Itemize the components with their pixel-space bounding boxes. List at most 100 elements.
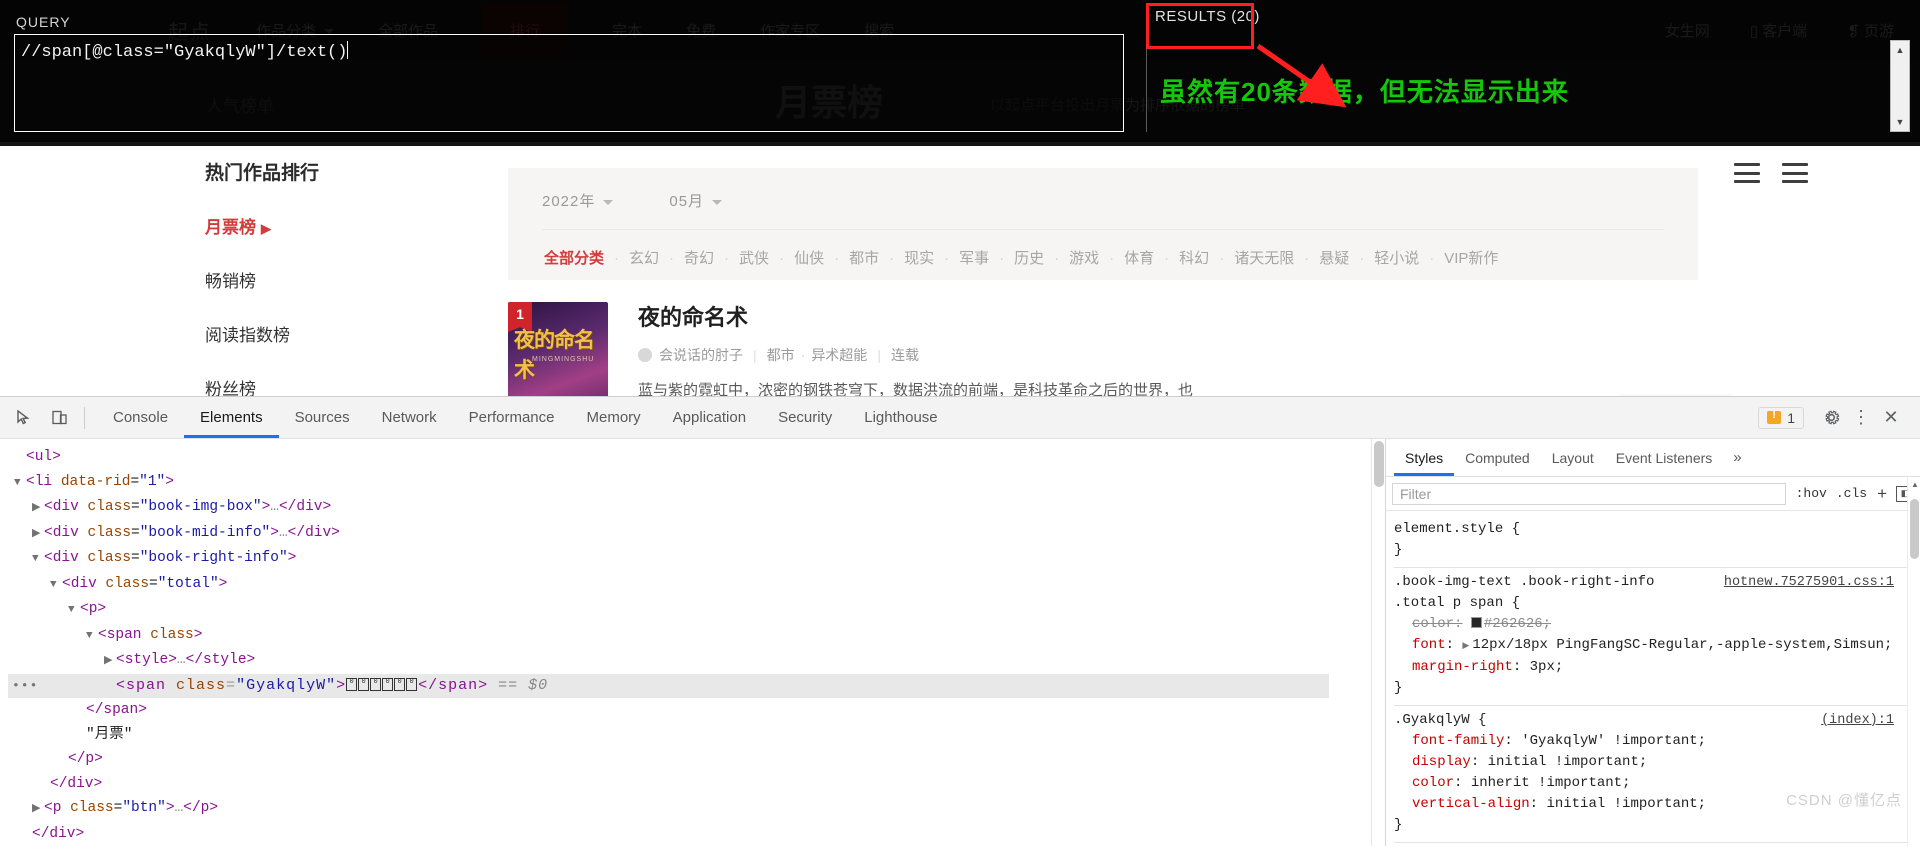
category-tiyu[interactable]: 体育 bbox=[1124, 250, 1154, 267]
rule-declaration[interactable]: display: initial !important; bbox=[1394, 752, 1920, 773]
rule-declaration[interactable]: font: ▶ 12px/18px PingFangSC-Regular,-app… bbox=[1394, 635, 1920, 657]
gear-icon[interactable] bbox=[1816, 403, 1846, 433]
color-swatch[interactable] bbox=[1470, 617, 1482, 628]
tab-network[interactable]: Network bbox=[366, 397, 453, 438]
book-cover[interactable]: 1 夜的命名术 MINGMINGSHU bbox=[508, 302, 608, 400]
cls-toggle[interactable]: .cls bbox=[1836, 486, 1867, 501]
tab-performance[interactable]: Performance bbox=[453, 397, 571, 438]
category-xuanhuan[interactable]: 玄幻 bbox=[629, 250, 659, 267]
tab-sources[interactable]: Sources bbox=[279, 397, 366, 438]
tab-event-listeners[interactable]: Event Listeners bbox=[1605, 439, 1724, 476]
dom-line[interactable]: ▼ <div class="total"> bbox=[8, 572, 1385, 598]
rule-declaration[interactable]: margin-right: 3px; bbox=[1394, 657, 1920, 678]
rule-declaration[interactable]: font-family: 'GyakqlyW' !important; bbox=[1394, 731, 1920, 752]
inspect-icon[interactable] bbox=[10, 405, 36, 431]
category-xianshi[interactable]: 现实 bbox=[904, 250, 934, 267]
chevron-down-icon bbox=[712, 199, 723, 205]
dom-line[interactable]: ▶ <div class="book-img-box">…</div> bbox=[8, 495, 1385, 521]
scrollbar-thumb[interactable] bbox=[1374, 441, 1384, 487]
tab-console[interactable]: Console bbox=[97, 397, 184, 438]
category-kehuan[interactable]: 科幻 bbox=[1179, 250, 1209, 267]
tab-application[interactable]: Application bbox=[657, 397, 762, 438]
tab-layout[interactable]: Layout bbox=[1541, 439, 1605, 476]
date-selector-row: 2022年 05月 bbox=[542, 182, 1664, 230]
dom-tree-pane[interactable]: <ul> ▼ <li data-rid="1"> ▶ <div class="boo… bbox=[0, 439, 1385, 846]
scroll-up-arrow[interactable]: ▲ bbox=[1891, 41, 1909, 59]
book-category[interactable]: 都市 bbox=[767, 345, 795, 365]
dom-line[interactable]: </p> bbox=[8, 747, 1385, 772]
dom-line-selected[interactable]: ••• <span class="GyakqlyW"> 0 0 0 0 0 0 </span> … bbox=[8, 673, 1329, 699]
scroll-up-arrow[interactable]: ▲ bbox=[1911, 480, 1919, 489]
tab-styles[interactable]: Styles bbox=[1394, 439, 1454, 476]
more-tabs-icon[interactable]: » bbox=[1723, 449, 1751, 466]
category-junshi[interactable]: 军事 bbox=[959, 250, 989, 267]
rule-close: } bbox=[1394, 817, 1403, 833]
category-qihuan[interactable]: 奇幻 bbox=[684, 250, 714, 267]
sidebar-item-bestseller[interactable]: 畅销榜 bbox=[205, 267, 395, 292]
category-dushi[interactable]: 都市 bbox=[849, 250, 879, 267]
dom-line[interactable]: ▶ <div class="book-mid-info">…</div> bbox=[8, 521, 1385, 547]
dom-line[interactable]: ▶ <style>…</style> bbox=[8, 648, 1385, 674]
dom-line[interactable]: </div> bbox=[8, 772, 1385, 797]
declaration-value: 'GyakqlyW' !important bbox=[1521, 733, 1698, 749]
dom-scrollbar[interactable] bbox=[1371, 439, 1385, 846]
style-rule-book-img-text[interactable]: hotnew.75275901.css:1 .book-img-text .bo… bbox=[1394, 568, 1920, 706]
category-vip-new[interactable]: VIP新作 bbox=[1444, 250, 1498, 267]
tab-lighthouse[interactable]: Lighthouse bbox=[848, 397, 953, 438]
tab-security[interactable]: Security bbox=[762, 397, 848, 438]
category-xuanyi[interactable]: 悬疑 bbox=[1319, 250, 1349, 267]
dom-line[interactable]: <ul> bbox=[8, 445, 1385, 470]
warning-count-badge[interactable]: 1 bbox=[1758, 406, 1804, 429]
grid-view-icon[interactable] bbox=[1734, 163, 1760, 183]
category-xianxia[interactable]: 仙侠 bbox=[794, 250, 824, 267]
book-subcategory[interactable]: 异术超能 bbox=[811, 345, 867, 365]
category-qingxiaoshuo[interactable]: 轻小说 bbox=[1374, 250, 1419, 267]
sidebar-item-monthly-ticket[interactable]: 月票榜 ▶ bbox=[205, 213, 395, 238]
category-all[interactable]: 全部分类 bbox=[544, 250, 604, 267]
dom-line[interactable]: ▼ <li data-rid="1"> bbox=[8, 470, 1385, 496]
styles-filter-input[interactable]: Filter bbox=[1392, 482, 1786, 505]
kebab-menu-icon[interactable]: ⋮ bbox=[1846, 403, 1876, 433]
dom-line[interactable]: ▼ <p> bbox=[8, 597, 1385, 623]
close-icon[interactable]: ✕ bbox=[1876, 403, 1906, 433]
query-input[interactable]: //span[@class="GyakqlyW"]/text() bbox=[14, 34, 1124, 132]
category-youxi[interactable]: 游戏 bbox=[1069, 250, 1099, 267]
results-scrollbar[interactable]: ▲ ▼ bbox=[1890, 40, 1910, 132]
expand-triangle-icon[interactable]: ▶ bbox=[1462, 636, 1469, 657]
dom-line[interactable]: ▼ <div class="book-right-info"> bbox=[8, 546, 1385, 572]
dom-line[interactable]: ▶ <p class="btn">…</p> bbox=[8, 796, 1385, 822]
style-rule-gyakqlyw[interactable]: (index):1 .GyakqlyW { font-family: 'Gyak… bbox=[1394, 706, 1920, 843]
styles-tabs: Styles Computed Layout Event Listeners » bbox=[1386, 439, 1920, 477]
scroll-down-arrow[interactable]: ▼ bbox=[1891, 113, 1909, 131]
book-author[interactable]: 会说话的肘子 bbox=[659, 345, 743, 365]
tab-memory[interactable]: Memory bbox=[571, 397, 657, 438]
styles-scrollbar[interactable]: ▲ bbox=[1907, 477, 1920, 846]
device-toolbar-icon[interactable] bbox=[46, 405, 72, 431]
tab-computed[interactable]: Computed bbox=[1454, 439, 1541, 476]
tab-elements[interactable]: Elements bbox=[184, 397, 279, 438]
year-select[interactable]: 2022年 bbox=[542, 190, 614, 211]
devtools-panel: Console Elements Sources Network Perform… bbox=[0, 396, 1920, 846]
style-rule-element-style[interactable]: element.style { } bbox=[1394, 515, 1920, 568]
more-nodes-icon[interactable]: ••• bbox=[12, 674, 38, 699]
scrollbar-thumb[interactable] bbox=[1910, 499, 1919, 559]
sidebar-item-reading-index[interactable]: 阅读指数榜 bbox=[205, 321, 395, 346]
dom-line[interactable]: </span> bbox=[8, 698, 1385, 723]
category-lishi[interactable]: 历史 bbox=[1014, 250, 1044, 267]
month-select[interactable]: 05月 bbox=[669, 190, 723, 211]
hov-toggle[interactable]: :hov bbox=[1796, 486, 1827, 501]
list-view-icon[interactable] bbox=[1782, 163, 1808, 183]
dom-line[interactable]: </div> bbox=[8, 822, 1385, 846]
category-wuxia[interactable]: 武侠 bbox=[739, 250, 769, 267]
rule-declaration[interactable]: color: #262626; bbox=[1394, 614, 1920, 635]
declaration-value: 3px bbox=[1529, 659, 1555, 675]
new-style-rule-icon[interactable]: + bbox=[1877, 484, 1887, 504]
meta-separator: | bbox=[753, 347, 757, 363]
declaration-value: initial !important bbox=[1487, 754, 1639, 770]
rule-source-link[interactable]: hotnew.75275901.css:1 bbox=[1724, 572, 1894, 593]
category-zhutianwuxian[interactable]: 诸天无限 bbox=[1234, 250, 1294, 267]
book-title[interactable]: 夜的命名术 bbox=[638, 300, 1193, 332]
dom-line[interactable]: ▼ <span class> bbox=[8, 623, 1385, 649]
rule-source-link[interactable]: (index):1 bbox=[1821, 710, 1894, 731]
dom-line[interactable]: "月票" bbox=[8, 723, 1385, 748]
